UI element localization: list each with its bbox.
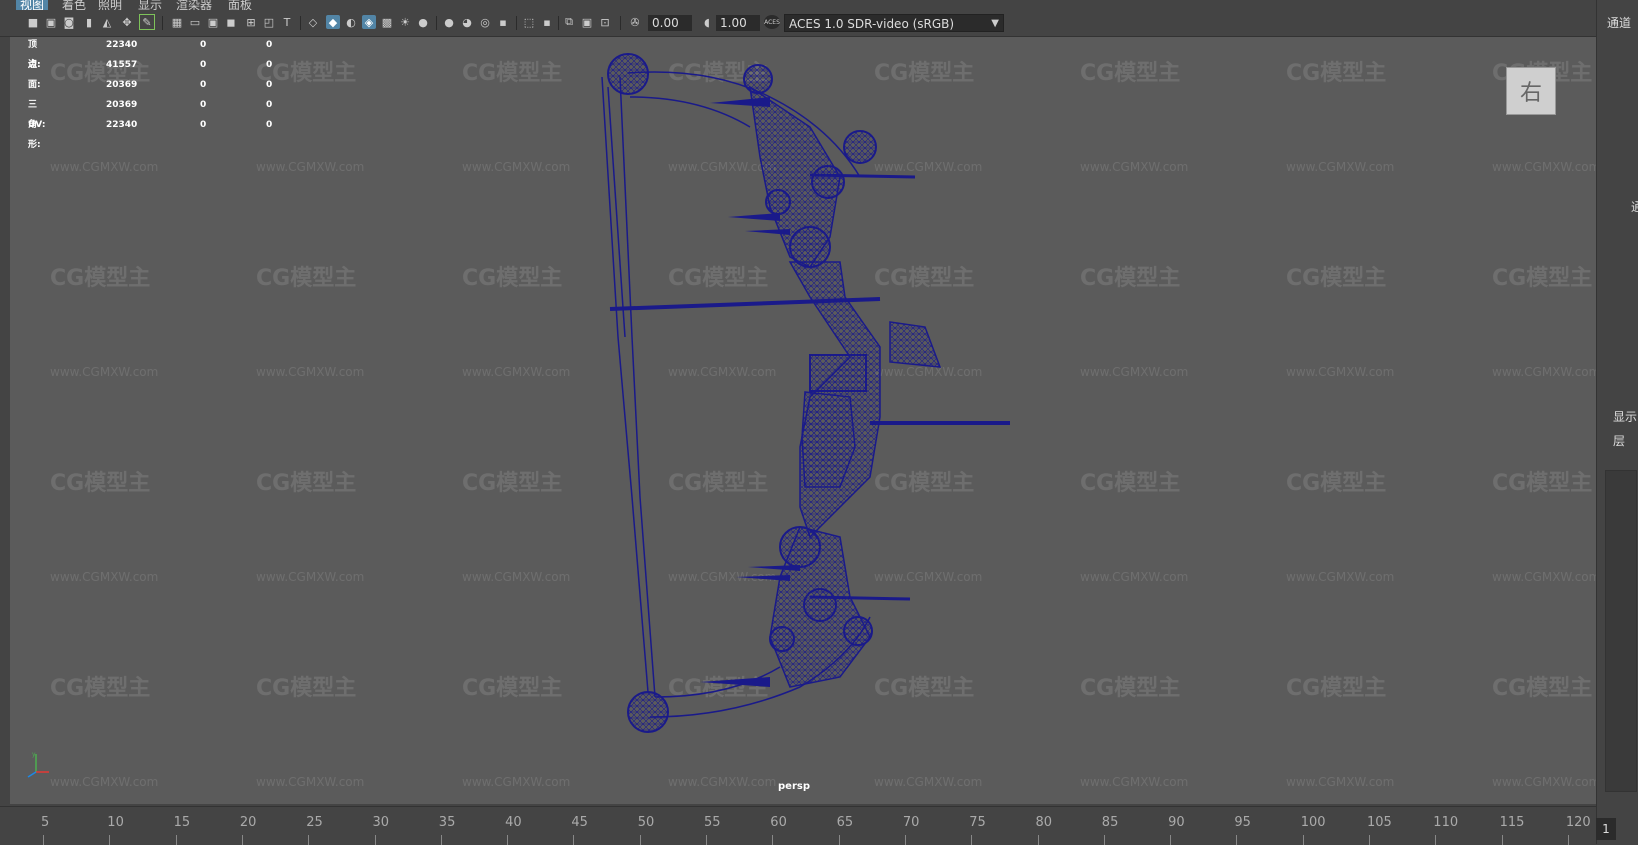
exposure-field[interactable]: 0.00 xyxy=(648,15,692,31)
menu-lighting[interactable]: 照明 xyxy=(98,0,122,10)
timeline-tick-label: 115 xyxy=(1499,815,1525,830)
isolate-select-icon[interactable]: ⬚ xyxy=(522,15,536,29)
timeline-tick-label: 40 xyxy=(505,815,522,830)
timeline-tick-label: 95 xyxy=(1234,815,1251,830)
viewport-menubar: 视图 着色 照明 显示 渲染器 面板 xyxy=(0,0,1596,10)
menu-shading[interactable]: 着色 xyxy=(62,0,86,10)
camera-attributes-icon[interactable]: ▣ xyxy=(44,15,58,29)
timeline-tick-label: 120 xyxy=(1565,815,1591,830)
exposure-icon[interactable]: ✇ xyxy=(628,15,642,29)
viewcube[interactable]: 右 xyxy=(1506,67,1556,115)
film-gate-icon[interactable]: ▭ xyxy=(188,15,202,29)
timeline-tick-label: 20 xyxy=(239,815,257,830)
wireframe-on-shaded-icon[interactable]: ◈ xyxy=(362,15,376,29)
gate-mask-icon[interactable]: ◼ xyxy=(224,15,238,29)
timeline-tick-label: 105 xyxy=(1367,815,1392,830)
timeline-tick-label: 25 xyxy=(306,815,323,830)
layers-tab[interactable]: 层 xyxy=(1613,432,1625,449)
timeline-tick-label: 50 xyxy=(637,815,655,830)
textured-icon[interactable]: ▩ xyxy=(380,15,394,29)
current-frame-field[interactable]: 1 xyxy=(1596,818,1616,840)
colorspace-dropdown[interactable]: ACES 1.0 SDR-video (sRGB) ▼ xyxy=(784,14,1004,32)
channel-box-tab[interactable]: 通道 xyxy=(1607,14,1631,31)
timeline-tick-label: 100 xyxy=(1300,815,1326,830)
timeline-tick-label: 60 xyxy=(770,815,787,830)
camera-name-label: persp xyxy=(778,781,810,792)
svg-text:y: y xyxy=(32,751,36,758)
xray-icon[interactable]: ▪ xyxy=(540,15,554,29)
menu-panels[interactable]: 面板 xyxy=(228,0,252,10)
chevron-down-icon: ▼ xyxy=(991,18,999,29)
viewport-toolbar: ■ ▣ ◙ ▮ ◭ ✥ ✎ ▦ ▭ ▣ ◼ ⊞ ◰ T ◇ ◆ ◐ ◈ ▩ ☀ … xyxy=(0,10,1596,37)
timeline-tick-label: 55 xyxy=(704,815,721,830)
channel-box-tab-2[interactable]: 通 xyxy=(1631,198,1638,215)
safe-title-icon[interactable]: T xyxy=(280,15,294,29)
color-management-icon[interactable]: ACES xyxy=(764,15,780,29)
timeline-tick-label: 110 xyxy=(1433,815,1459,830)
default-material-icon[interactable]: ◐ xyxy=(344,15,358,29)
timeline-tick-label: 70 xyxy=(902,815,920,830)
timeline-tick-label: 35 xyxy=(438,815,456,830)
timeline-tick-label: 75 xyxy=(969,815,986,830)
timeline-tick-label: 80 xyxy=(1035,815,1053,830)
bookmark-icon[interactable]: ▮ xyxy=(82,15,96,29)
screen-space-ao-icon[interactable]: ● xyxy=(442,15,456,29)
timeline-tick-label: 10 xyxy=(107,815,124,830)
menu-renderer[interactable]: 渲染器 xyxy=(176,0,212,10)
timeline-tick-label: 30 xyxy=(372,815,390,830)
timeline-tick-label: 90 xyxy=(1168,815,1185,830)
timeline-tick-label: 15 xyxy=(173,815,191,830)
xray-active-icon[interactable]: ⧉ xyxy=(562,15,576,29)
menu-view[interactable]: 视图 xyxy=(16,0,49,10)
gamma-icon[interactable]: ◖ xyxy=(700,15,714,29)
timeline-tick-label: 85 xyxy=(1101,815,1119,830)
depth-of-field-icon[interactable]: ▪ xyxy=(496,15,510,29)
safe-action-icon[interactable]: ◰ xyxy=(262,15,276,29)
time-slider[interactable]: 5 10 15 20 25 30 35 40 45 50 55 60 65 70 75 80 85 90 95 100… xyxy=(0,806,1596,845)
shadows-icon[interactable]: ● xyxy=(416,15,430,29)
axis-gizmo-icon: y xyxy=(27,751,49,778)
image-plane-icon[interactable]: ◭ xyxy=(100,15,114,29)
resolution-gate-icon[interactable]: ▣ xyxy=(206,15,220,29)
gamma-field[interactable]: 1.00 xyxy=(716,15,760,31)
grid-icon[interactable]: ▦ xyxy=(170,15,184,29)
multisample-aa-icon[interactable]: ◎ xyxy=(478,15,492,29)
select-camera-icon[interactable]: ■ xyxy=(26,15,40,29)
timeline-tick-label: 5 xyxy=(41,815,50,830)
backface-culling-icon[interactable]: ⊡ xyxy=(598,15,612,29)
camera-lock-icon[interactable]: ◙ xyxy=(62,15,76,29)
wireframe-icon[interactable]: ◇ xyxy=(306,15,320,29)
2d-pan-zoom-icon[interactable]: ✥ xyxy=(120,15,134,29)
use-all-lights-icon[interactable]: ☀ xyxy=(398,15,412,29)
smooth-shade-icon[interactable]: ◆ xyxy=(326,15,340,29)
menu-show[interactable]: 显示 xyxy=(138,0,162,10)
left-edge xyxy=(0,37,10,804)
timeline-tick-label: 45 xyxy=(571,815,588,830)
grease-pencil-icon[interactable]: ✎ xyxy=(139,14,155,30)
timeline-tick-label: 65 xyxy=(836,815,854,830)
xray-joints-icon[interactable]: ▣ xyxy=(580,15,594,29)
motion-blur-icon[interactable]: ◕ xyxy=(460,15,474,29)
channel-box-panel: 通道 通 显示 层 xyxy=(1596,0,1638,844)
viewport[interactable]: CG模型主 CG模型主 CG模型主 CG模型主 www.CGMXW.com www.CGM… xyxy=(10,37,1596,804)
field-chart-icon[interactable]: ⊞ xyxy=(244,15,258,29)
layer-editor-area[interactable] xyxy=(1605,470,1637,792)
colorspace-value: ACES 1.0 SDR-video (sRGB) xyxy=(789,17,955,31)
display-tab[interactable]: 显示 xyxy=(1613,408,1637,425)
bow-wireframe-model[interactable] xyxy=(10,37,1596,804)
